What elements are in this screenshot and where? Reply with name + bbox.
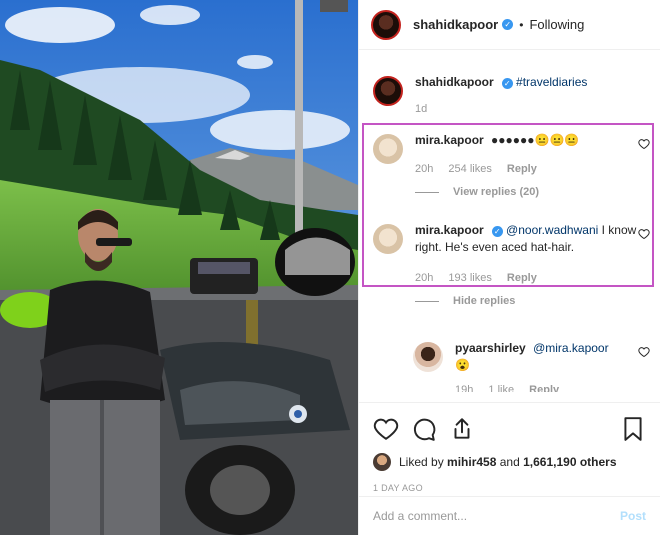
comment-likes[interactable]: 1 like bbox=[488, 384, 514, 392]
reply-button[interactable]: Reply bbox=[529, 384, 559, 392]
separator-dot: • bbox=[519, 17, 524, 32]
hashtag-link[interactable]: #traveldiaries bbox=[516, 75, 587, 89]
likes-summary: Liked by mihir458 and 1,661,190 others bbox=[373, 453, 646, 471]
caption-age: 1d bbox=[415, 103, 428, 115]
comment-meta: 19h 1 like Reply bbox=[455, 382, 646, 392]
comment-text: 😮 bbox=[455, 358, 470, 372]
action-icons bbox=[373, 411, 646, 447]
verified-badge-icon: ✓ bbox=[501, 78, 513, 89]
caption-username[interactable]: shahidkapoor bbox=[415, 75, 494, 89]
post-timestamp[interactable]: 1 DAY AGO bbox=[373, 483, 646, 493]
highlight-box bbox=[362, 123, 654, 287]
post-photo[interactable] bbox=[0, 0, 358, 535]
avatar[interactable] bbox=[373, 76, 403, 106]
mention-link[interactable]: @mira.kapoor bbox=[533, 341, 609, 355]
likes-count[interactable]: 1,661,190 others bbox=[523, 455, 616, 469]
liked-by-prefix: Liked by bbox=[399, 455, 444, 469]
post-photo-illustration bbox=[0, 0, 358, 535]
caption-row: shahidkapoor ✓ #traveldiaries 1d bbox=[373, 74, 646, 118]
liked-by-joiner: and bbox=[499, 455, 520, 469]
hide-replies-toggle[interactable]: Hide replies bbox=[415, 293, 646, 310]
thread-line bbox=[415, 301, 439, 302]
post-comment-button[interactable]: Post bbox=[620, 509, 646, 523]
reply-body: pyaarshirley @mira.kapoor 😮 19h 1 like R… bbox=[455, 340, 646, 392]
verified-badge-icon: ✓ bbox=[502, 19, 514, 30]
liker-avatar[interactable] bbox=[373, 453, 391, 471]
caption-text: shahidkapoor ✓ #traveldiaries 1d bbox=[415, 74, 646, 118]
caption-meta: 1d bbox=[415, 101, 646, 118]
comment-username[interactable]: pyaarshirley bbox=[455, 341, 526, 355]
share-icon[interactable] bbox=[449, 416, 475, 442]
comment-like-heart-icon[interactable] bbox=[638, 346, 650, 358]
heart-icon[interactable] bbox=[373, 416, 399, 442]
post-actions: Liked by mihir458 and 1,661,190 others 1… bbox=[359, 402, 660, 493]
reply-row: pyaarshirley @mira.kapoor 😮 19h 1 like R… bbox=[413, 340, 650, 392]
comment-icon[interactable] bbox=[411, 416, 437, 442]
avatar[interactable] bbox=[371, 9, 401, 40]
header-username[interactable]: shahidkapoor bbox=[413, 17, 498, 32]
add-comment-bar: Post bbox=[359, 496, 660, 535]
comment-age: 19h bbox=[455, 384, 474, 392]
avatar[interactable] bbox=[413, 342, 443, 372]
add-comment-input[interactable] bbox=[373, 509, 620, 523]
liker-username[interactable]: mihir458 bbox=[447, 455, 496, 469]
hide-replies-label: Hide replies bbox=[453, 295, 516, 307]
following-button[interactable]: Following bbox=[529, 17, 584, 32]
post-header: shahidkapoor ✓ • Following bbox=[359, 0, 660, 50]
bookmark-icon[interactable] bbox=[620, 416, 646, 442]
